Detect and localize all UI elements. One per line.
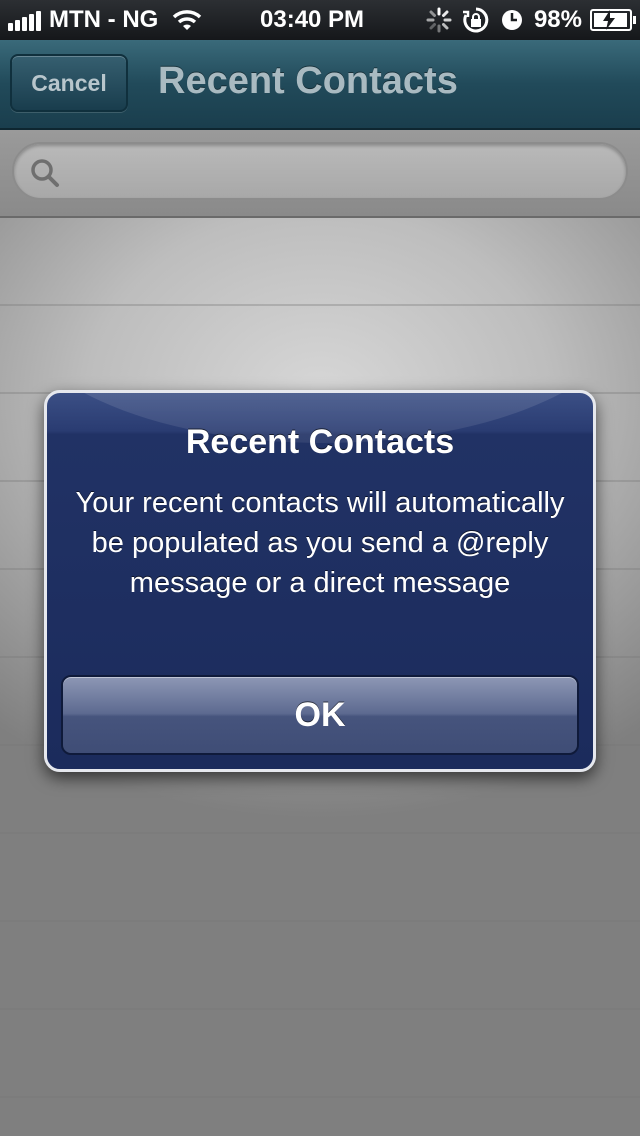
- list-row-divider: [0, 832, 640, 834]
- carrier-name: MTN - NG: [49, 6, 159, 33]
- battery-charging-icon: [590, 9, 636, 31]
- alert-message: Your recent contacts will automatically …: [75, 487, 565, 599]
- list-row-divider: [0, 1008, 640, 1010]
- status-bar: MTN - NG 03:40 PM 98%: [0, 0, 640, 40]
- signal-icon: [8, 9, 43, 31]
- status-left: MTN - NG: [8, 6, 202, 34]
- rotation-lock-icon: [462, 7, 489, 33]
- search-bar: [0, 130, 640, 218]
- alarm-icon: [501, 10, 522, 30]
- ok-button[interactable]: OK: [61, 675, 579, 755]
- battery-percent: 98%: [533, 6, 582, 33]
- list-row-divider: [0, 304, 640, 306]
- alert-title: Recent Contacts: [185, 423, 455, 461]
- status-right: 98%: [426, 6, 636, 34]
- alert-dialog: Recent Contacts Your recent contacts wil…: [44, 390, 596, 772]
- wifi-icon: [173, 10, 202, 30]
- search-icon: [31, 159, 59, 187]
- status-time: 03:40 PM: [260, 6, 365, 33]
- list-row-divider: [0, 1096, 640, 1098]
- list-row-divider: [0, 920, 640, 922]
- search-input[interactable]: [12, 142, 628, 200]
- page-title: Recent Contacts: [158, 60, 458, 102]
- navigation-bar: Cancel Recent Contacts: [0, 40, 640, 130]
- cancel-button[interactable]: Cancel: [10, 54, 128, 112]
- activity-spinner-icon: [426, 7, 452, 33]
